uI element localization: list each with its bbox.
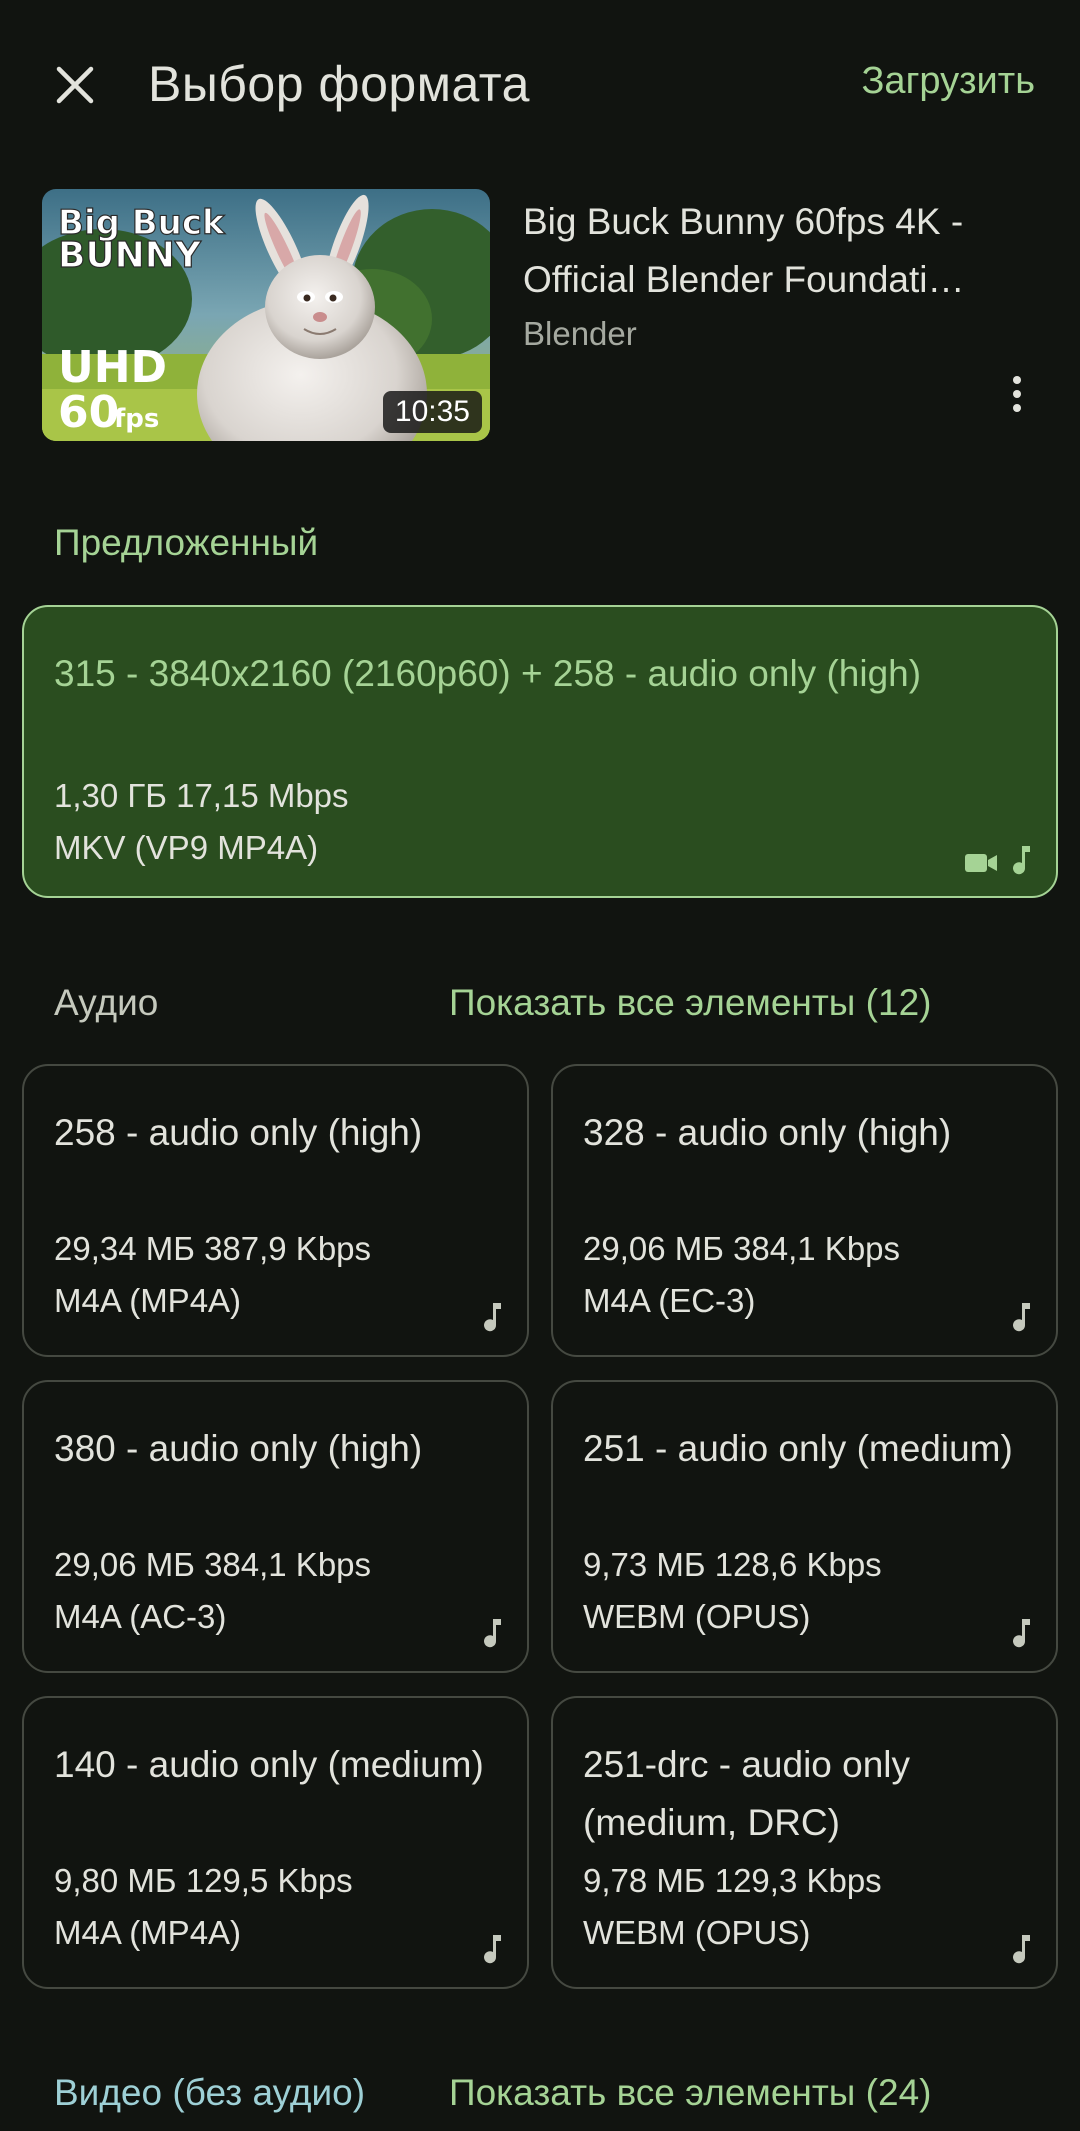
download-button[interactable]: Загрузить	[861, 60, 1035, 103]
format-codec: M4A (EC-3)	[583, 1282, 756, 1319]
format-size: 29,34 МБ 387,9 Kbps	[54, 1230, 372, 1267]
format-codec: WEBM (OPUS)	[583, 1598, 811, 1635]
format-title: 251-drc - audio only (medium, DRC)	[583, 1744, 911, 1843]
audio-show-all-button[interactable]: Показать все элементы (12)	[449, 982, 931, 1024]
audio-format-card[interactable]: 258 - audio only (high) 29,34 МБ 387,9 K…	[22, 1064, 529, 1357]
music-note-icon	[1013, 1619, 1030, 1648]
video-show-all-button[interactable]: Показать все элементы (24)	[449, 2072, 931, 2114]
audio-section-label: Аудио	[54, 982, 159, 1023]
music-note-icon	[484, 1935, 501, 1964]
close-icon	[56, 66, 94, 104]
format-selection-screen: Выбор формата Загрузить Big Buck BUNNY U…	[0, 0, 1080, 2131]
format-codec: MKV (VP9 MP4A)	[54, 829, 319, 866]
music-note-icon	[1013, 846, 1030, 875]
video-title: Big Buck Bunny 60fps 4K - Official Blend…	[523, 201, 965, 300]
music-note-icon	[484, 1619, 501, 1648]
music-note-icon	[1013, 1935, 1030, 1964]
audio-format-card[interactable]: 140 - audio only (medium) 9,80 МБ 129,5 …	[22, 1696, 529, 1989]
thumb-logo-line2: BUNNY	[58, 235, 202, 276]
format-codec: M4A (AC-3)	[54, 1598, 227, 1635]
page-title: Выбор формата	[148, 56, 530, 112]
format-title: 328 - audio only (high)	[583, 1112, 952, 1153]
thumb-fps-number: 60	[58, 387, 119, 438]
music-note-icon	[1013, 1303, 1030, 1332]
format-title: 315 - 3840x2160 (2160p60) + 258 - audio …	[54, 653, 922, 694]
format-title: 380 - audio only (high)	[54, 1428, 423, 1469]
thumb-uhd: UHD	[58, 342, 167, 393]
format-codec: WEBM (OPUS)	[583, 1914, 811, 1951]
format-title: 258 - audio only (high)	[54, 1112, 423, 1153]
format-title: 251 - audio only (medium)	[583, 1428, 1013, 1469]
format-title: 140 - audio only (medium)	[54, 1744, 484, 1785]
music-note-icon	[484, 1303, 501, 1332]
audio-format-card[interactable]: 251-drc - audio only (medium, DRC) 9,78 …	[551, 1696, 1058, 1989]
channel-name: Blender	[523, 315, 637, 352]
video-camera-icon	[965, 854, 997, 872]
format-size: 29,06 МБ 384,1 Kbps	[54, 1546, 372, 1583]
audio-format-card[interactable]: 328 - audio only (high) 29,06 МБ 384,1 K…	[551, 1064, 1058, 1357]
suggested-section-label: Предложенный	[54, 522, 319, 563]
duration-badge: 10:35	[382, 391, 482, 433]
more-vert-icon	[1013, 376, 1021, 384]
format-size: 29,06 МБ 384,1 Kbps	[583, 1230, 901, 1267]
video-only-section-label: Видео (без аудио)	[54, 2072, 366, 2113]
thumb-fps-unit: fps	[114, 404, 159, 434]
format-size: 1,30 ГБ 17,15 Mbps	[54, 777, 349, 814]
more-options-button[interactable]	[997, 369, 1037, 419]
close-button[interactable]	[40, 50, 110, 120]
suggested-format-card[interactable]: 315 - 3840x2160 (2160p60) + 258 - audio …	[22, 605, 1058, 898]
format-size: 9,80 МБ 129,5 Kbps	[54, 1862, 353, 1899]
video-thumbnail[interactable]: Big Buck BUNNY UHD 60 fps 10:35	[42, 189, 490, 441]
format-codec: M4A (MP4A)	[54, 1914, 242, 1951]
format-size: 9,78 МБ 129,3 Kbps	[583, 1862, 882, 1899]
format-size: 9,73 МБ 128,6 Kbps	[583, 1546, 882, 1583]
video-header: Big Buck BUNNY UHD 60 fps 10:35 Big Buck…	[42, 189, 1042, 441]
audio-format-card[interactable]: 380 - audio only (high) 29,06 МБ 384,1 K…	[22, 1380, 529, 1673]
top-app-bar: Выбор формата Загрузить	[0, 0, 1080, 170]
format-codec: M4A (MP4A)	[54, 1282, 242, 1319]
audio-format-card[interactable]: 251 - audio only (medium) 9,73 МБ 128,6 …	[551, 1380, 1058, 1673]
